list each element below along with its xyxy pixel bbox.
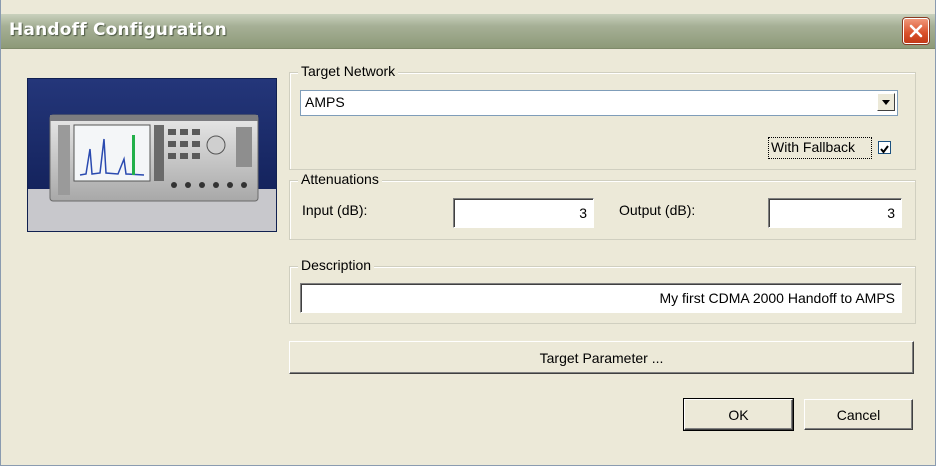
close-icon [909,24,923,38]
input-db-value: 3 [579,205,587,221]
description-value: My first CDMA 2000 Handoff to AMPS [659,290,895,306]
target-network-value: AMPS [305,94,345,110]
chevron-down-icon[interactable] [877,93,895,111]
description-field[interactable]: My first CDMA 2000 Handoff to AMPS [300,283,902,313]
dialog-client-area: Target Network AMPS With Fallback Attenu… [1,49,934,465]
input-db-field[interactable]: 3 [453,198,594,228]
output-db-label: Output (dB): [619,202,696,218]
output-db-field[interactable]: 3 [768,198,902,228]
window-title: Handoff Configuration [9,20,227,40]
fallback-label[interactable]: With Fallback [771,139,855,155]
instrument-image [27,78,277,232]
checkmark-icon [880,145,889,154]
target-parameter-button[interactable]: Target Parameter ... [289,341,914,374]
close-button[interactable] [903,18,929,44]
attenuations-label: Attenuations [298,171,382,187]
output-db-value: 3 [887,205,895,221]
fallback-checkbox[interactable] [878,141,891,154]
description-label: Description [298,257,375,273]
target-network-select[interactable]: AMPS [300,90,898,116]
target-network-label: Target Network [298,63,399,79]
input-db-label: Input (dB): [302,202,368,218]
ok-button[interactable]: OK [683,398,794,431]
title-bar[interactable]: Handoff Configuration [1,14,935,49]
cancel-button[interactable]: Cancel [804,399,913,430]
